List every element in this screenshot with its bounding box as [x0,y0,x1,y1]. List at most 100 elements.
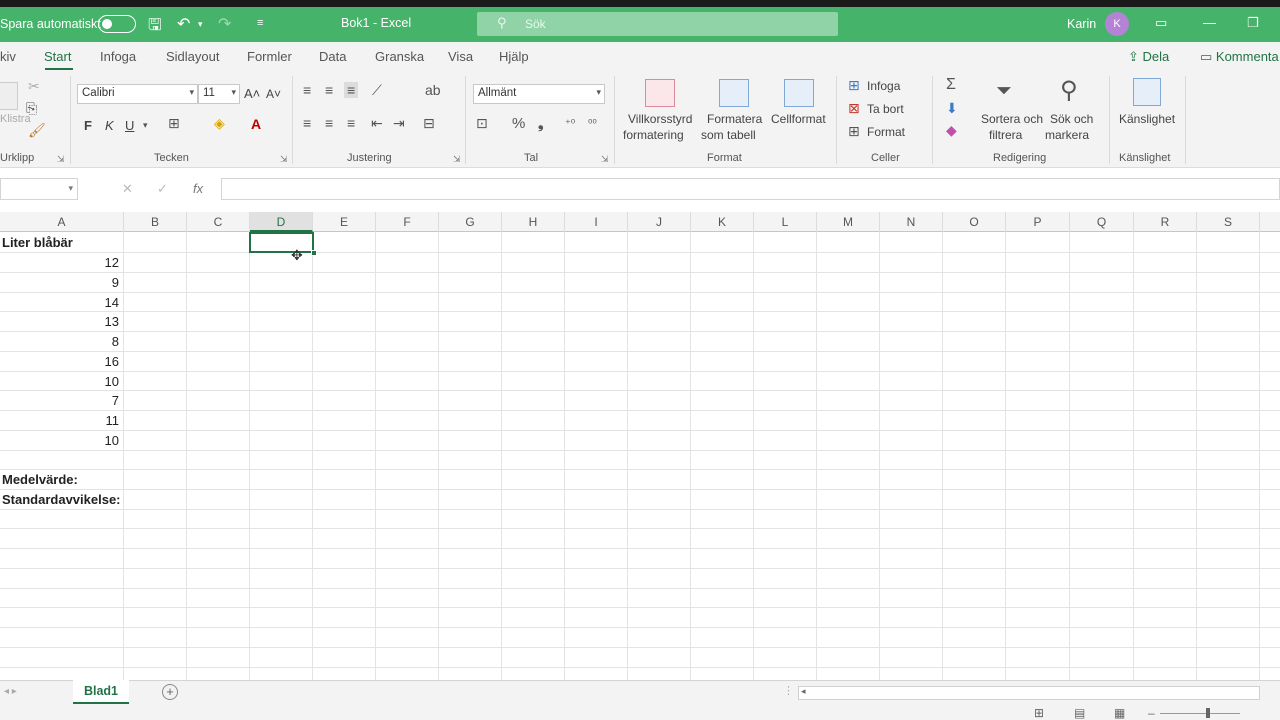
cell-styles-icon[interactable] [784,79,814,107]
align-left-icon[interactable]: ≡ [303,115,311,131]
conditional-formatting-icon[interactable] [645,79,675,107]
merge-center-icon[interactable]: ⊟ [423,115,435,132]
number-launcher-icon[interactable]: ⇲ [601,154,609,165]
tab-data[interactable]: Data [319,49,346,64]
find-select-label-1[interactable]: Sök och [1050,112,1093,126]
column-header-g[interactable]: G [439,212,502,232]
data-cell[interactable]: 7 [0,391,121,410]
sensitivity-button[interactable]: Känslighet [1119,112,1175,126]
data-cell[interactable]: 10 [0,372,121,391]
normal-view-icon[interactable]: ⊞ [1034,706,1044,720]
insert-cells-icon[interactable]: ⊞ [848,77,860,94]
ribbon-display-options-icon[interactable]: ▭ [1155,15,1167,31]
customize-toolbar-icon[interactable]: ≡ [257,17,263,29]
tab-help[interactable]: Hjälp [499,49,529,64]
split-handle-icon[interactable]: ⋮ [783,684,794,697]
cut-icon[interactable]: ✂ [28,78,40,95]
format-cells-icon[interactable]: ⊞ [848,123,860,140]
font-color-icon[interactable]: A [251,116,261,132]
tab-page-layout[interactable]: Sidlayout [166,49,219,64]
add-sheet-icon[interactable]: + [162,684,178,700]
autosum-icon[interactable]: Σ [946,76,956,94]
increase-font-icon[interactable]: A˄ [244,86,260,101]
align-center-icon[interactable]: ≡ [325,115,333,131]
align-middle-icon[interactable]: ≡ [325,82,333,98]
tab-view[interactable]: Visa [448,49,473,64]
data-cell[interactable]: 9 [0,273,121,292]
currency-icon[interactable]: ⊡ [476,115,488,132]
conditional-formatting-label-2[interactable]: formatering [623,128,684,142]
number-format-select[interactable]: Allmänt ▾ [473,84,605,104]
column-header-s[interactable]: S [1197,212,1260,232]
tab-start[interactable]: Start [44,49,71,64]
restore-icon[interactable]: ❐ [1247,15,1259,31]
column-header-q[interactable]: Q [1070,212,1134,232]
align-bottom-icon[interactable]: ≡ [344,82,359,98]
borders-icon[interactable]: ⊞ [168,115,180,132]
insert-cells-button[interactable]: Infoga [867,79,900,93]
underline-button[interactable]: U [125,118,134,133]
sort-filter-label-1[interactable]: Sortera och [981,112,1043,126]
undo-icon[interactable]: ↶ [177,14,190,34]
thousands-icon[interactable]: ❟ [538,115,544,132]
data-cell[interactable]: 8 [0,332,121,351]
alignment-launcher-icon[interactable]: ⇲ [453,154,461,165]
zoom-slider-thumb[interactable] [1206,708,1210,718]
sort-filter-icon[interactable]: ⏷ [996,80,1012,103]
active-cell-d1[interactable] [249,232,314,253]
orientation-icon[interactable]: ⟋ [372,82,382,99]
decrease-font-icon[interactable]: A˅ [266,87,281,101]
increase-indent-icon[interactable]: ⇥ [393,115,405,132]
column-header-h[interactable]: H [502,212,565,232]
conditional-formatting-label-1[interactable]: Villkorsstyrd [628,112,692,126]
increase-decimal-icon[interactable]: ⁺⁰ [565,117,575,130]
sheet-tab-blad1[interactable]: Blad1 [73,680,129,704]
sort-filter-label-2[interactable]: filtrera [989,128,1022,142]
fill-color-icon[interactable]: ◈ [214,115,225,132]
tab-formulas[interactable]: Formler [247,49,292,64]
font-launcher-icon[interactable]: ⇲ [280,154,288,165]
name-box[interactable]: ▾ [0,178,78,200]
copy-icon[interactable]: ⎘ [26,100,37,117]
autosave-toggle[interactable] [98,15,136,33]
mean-label-cell[interactable]: Medelvärde: [2,470,78,489]
formula-input[interactable] [221,178,1280,200]
minimize-icon[interactable]: — [1203,15,1216,30]
worksheet-grid[interactable]: A B C D E F G H I J K L M N O P Q R S Li… [0,212,1280,680]
horizontal-scrollbar[interactable]: ◂ [798,686,1260,700]
std-label-cell[interactable]: Standardavvikelse: [2,490,121,509]
data-cell[interactable]: 10 [0,431,121,450]
cell-a1-header[interactable]: Liter blåbär [2,233,73,252]
format-cells-button[interactable]: Format [867,125,905,139]
chevron-down-icon[interactable]: ▾ [143,120,148,131]
user-name[interactable]: Karin [1067,17,1096,31]
undo-dropdown-icon[interactable]: ▾ [198,19,203,30]
column-header-m[interactable]: M [817,212,880,232]
column-header-n[interactable]: N [880,212,943,232]
enter-icon[interactable]: ✓ [157,181,168,197]
tab-insert[interactable]: Infoga [100,49,136,64]
zoom-slider[interactable] [1160,713,1240,714]
font-name-select[interactable]: Calibri ▾ [77,84,198,104]
column-header-d[interactable]: D [250,212,313,232]
column-header-o[interactable]: O [943,212,1006,232]
column-header-j[interactable]: J [628,212,691,232]
sensitivity-icon[interactable] [1133,78,1161,106]
scroll-left-icon[interactable]: ◂ [801,686,806,697]
format-as-table-label-2[interactable]: som tabell [701,128,756,142]
zoom-out-icon[interactable]: – [1148,706,1155,720]
save-icon[interactable]: 🖫 [148,14,162,41]
search-box[interactable]: ⚲ Sök [477,12,838,36]
clear-icon[interactable]: ◆ [946,122,957,139]
align-right-icon[interactable]: ≡ [347,115,355,131]
column-header-b[interactable]: B [124,212,187,232]
clipboard-launcher-icon[interactable]: ⇲ [57,154,65,165]
format-as-table-label-1[interactable]: Formatera [707,112,762,126]
column-header-p[interactable]: P [1006,212,1070,232]
tab-file[interactable]: kiv [0,49,16,64]
data-cell[interactable]: 14 [0,293,121,312]
share-button[interactable]: ⇪ Dela [1128,49,1169,65]
column-header-e[interactable]: E [313,212,376,232]
column-header-c[interactable]: C [187,212,250,232]
data-cell[interactable]: 16 [0,352,121,371]
